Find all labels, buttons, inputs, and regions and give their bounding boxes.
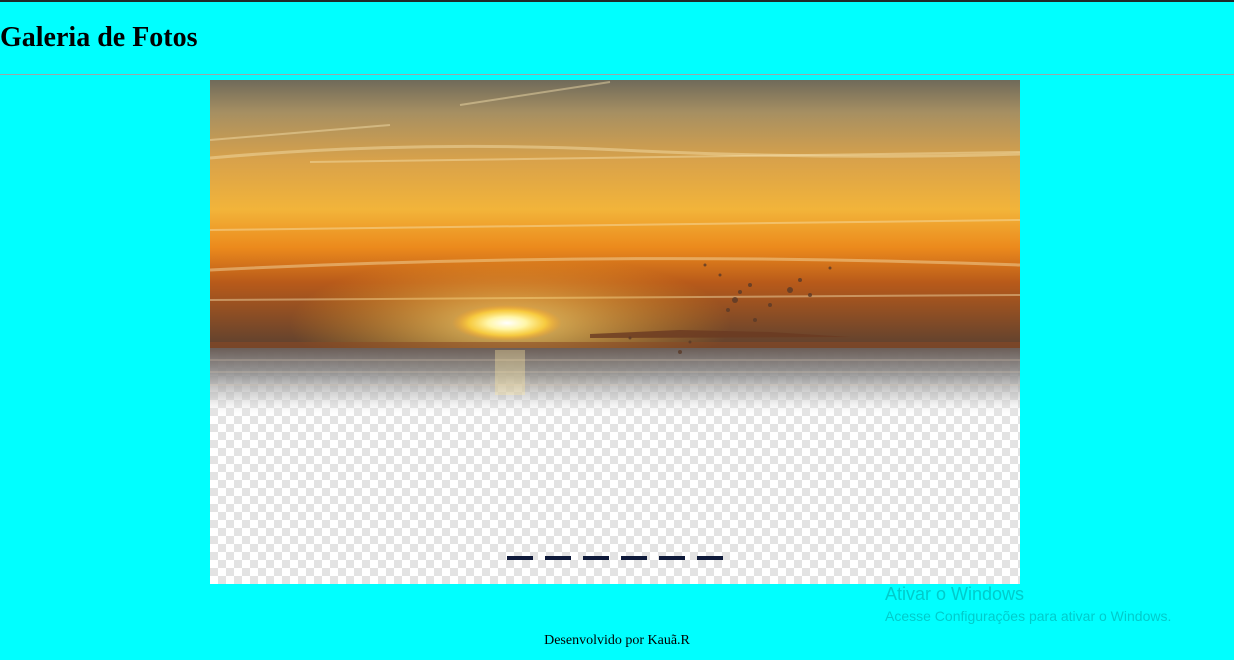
page-header: Galeria de Fotos — [0, 2, 1234, 74]
carousel-indicator-2[interactable] — [545, 556, 571, 560]
footer-credit: Desenvolvido por Kauã.R — [544, 633, 690, 648]
watermark-subtitle: Acesse Configurações para ativar o Windo… — [885, 608, 1172, 624]
watermark-title: Ativar o Windows — [885, 584, 1025, 604]
carousel-indicator-3[interactable] — [583, 556, 609, 560]
photo-carousel[interactable] — [210, 80, 1020, 584]
sunset-photo — [210, 80, 1020, 418]
windows-activation-watermark: Ativar o Windows Acesse Configurações pa… — [885, 583, 1215, 625]
carousel-indicator-6[interactable] — [697, 556, 723, 560]
carousel-indicator-1[interactable] — [507, 556, 533, 560]
page-footer: Desenvolvido por Kauã.R — [0, 633, 1234, 653]
carousel-indicator-5[interactable] — [659, 556, 685, 560]
carousel-indicators — [507, 553, 723, 563]
header-divider — [0, 74, 1234, 75]
page-title: Galeria de Fotos — [0, 22, 198, 53]
carousel-indicator-4[interactable] — [621, 556, 647, 560]
